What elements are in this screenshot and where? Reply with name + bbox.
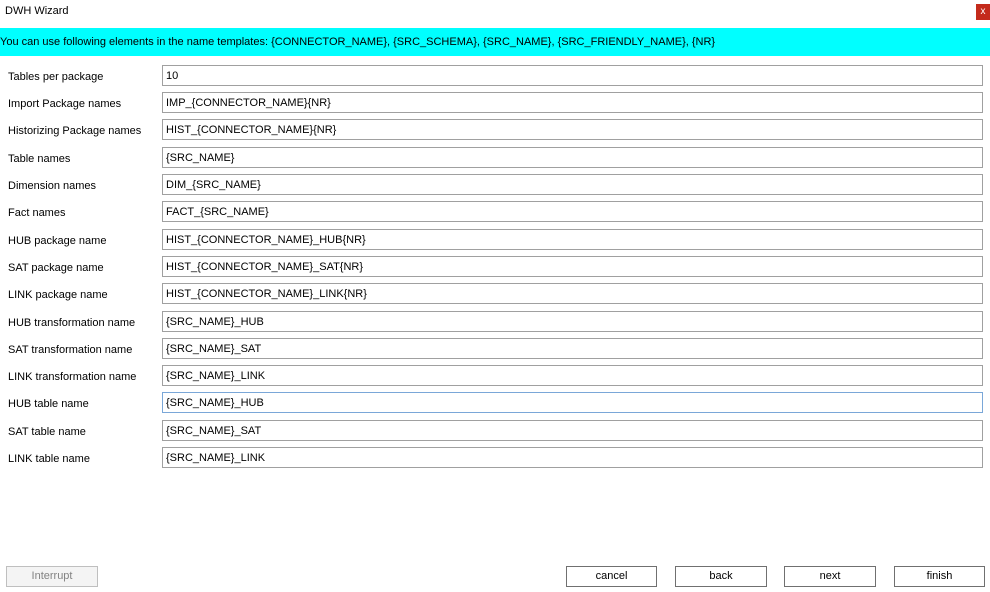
close-button[interactable]: x <box>976 4 990 20</box>
sat-package-name-label: SAT package name <box>8 262 104 274</box>
row-link-transformation-name: LINK transformation name <box>0 365 990 389</box>
link-table-name-label: LINK table name <box>8 453 90 465</box>
row-link-table-name: LINK table name <box>0 447 990 471</box>
sat-transformation-name-label: SAT transformation name <box>8 344 133 356</box>
table-names-input[interactable] <box>162 147 983 168</box>
dimension-names-label: Dimension names <box>8 180 97 192</box>
sat-transformation-name-input[interactable] <box>162 338 983 359</box>
row-hub-transformation-name: HUB transformation name <box>0 311 990 335</box>
row-sat-transformation-name: SAT transformation name <box>0 338 990 362</box>
row-import-package-names: Import Package names <box>0 92 990 116</box>
import-package-names-label: Import Package names <box>8 98 122 110</box>
row-hub-package-name: HUB package name <box>0 229 990 253</box>
window-title: DWH Wizard <box>5 5 69 17</box>
dwh-wizard-window: DWH Wizard x You can use following eleme… <box>0 0 990 592</box>
historizing-package-names-label: Historizing Package names <box>8 125 142 137</box>
dimension-names-input[interactable] <box>162 174 983 195</box>
row-table-names: Table names <box>0 147 990 171</box>
fact-names-label: Fact names <box>8 207 66 219</box>
row-hub-table-name: HUB table name <box>0 392 990 416</box>
sat-table-name-label: SAT table name <box>8 426 86 438</box>
interrupt-button[interactable]: Interrupt <box>6 566 98 587</box>
table-names-label: Table names <box>8 153 71 165</box>
hub-package-name-label: HUB package name <box>8 235 107 247</box>
link-transformation-name-input[interactable] <box>162 365 983 386</box>
sat-package-name-input[interactable] <box>162 256 983 277</box>
tables-per-package-input[interactable] <box>162 65 983 86</box>
row-tables-per-package: Tables per package <box>0 65 990 89</box>
row-sat-package-name: SAT package name <box>0 256 990 280</box>
row-historizing-package-names: Historizing Package names <box>0 119 990 143</box>
back-button[interactable]: back <box>675 566 767 587</box>
import-package-names-input[interactable] <box>162 92 983 113</box>
hub-transformation-name-label: HUB transformation name <box>8 317 136 329</box>
finish-button[interactable]: finish <box>894 566 985 587</box>
info-banner-text: You can use following elements in the na… <box>0 36 716 48</box>
row-sat-table-name: SAT table name <box>0 420 990 444</box>
cancel-button[interactable]: cancel <box>566 566 657 587</box>
row-link-package-name: LINK package name <box>0 283 990 307</box>
next-button[interactable]: next <box>784 566 876 587</box>
row-dimension-names: Dimension names <box>0 174 990 198</box>
hub-table-name-input[interactable] <box>162 392 983 413</box>
link-transformation-name-label: LINK transformation name <box>8 371 137 383</box>
info-banner: You can use following elements in the na… <box>0 28 990 56</box>
hub-transformation-name-input[interactable] <box>162 311 983 332</box>
link-table-name-input[interactable] <box>162 447 983 468</box>
link-package-name-label: LINK package name <box>8 289 108 301</box>
historizing-package-names-input[interactable] <box>162 119 983 140</box>
hub-package-name-input[interactable] <box>162 229 983 250</box>
tables-per-package-label: Tables per package <box>8 71 104 83</box>
hub-table-name-label: HUB table name <box>8 398 89 410</box>
sat-table-name-input[interactable] <box>162 420 983 441</box>
fact-names-input[interactable] <box>162 201 983 222</box>
title-bar: DWH Wizard x <box>0 0 990 26</box>
link-package-name-input[interactable] <box>162 283 983 304</box>
row-fact-names: Fact names <box>0 201 990 225</box>
close-icon: x <box>980 6 986 17</box>
